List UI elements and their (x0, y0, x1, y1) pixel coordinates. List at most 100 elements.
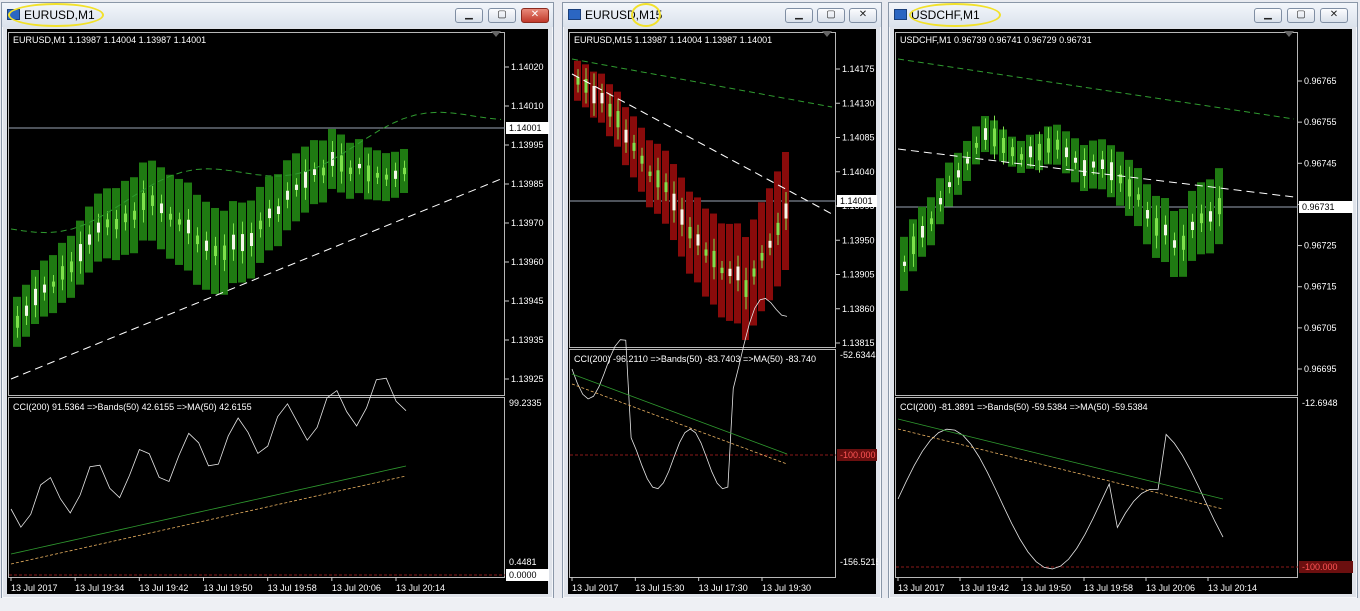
chart-info-text: USDCHF,M1 0.96739 0.96741 0.96729 0.9673… (900, 35, 1092, 45)
maximize-button[interactable]: ▢ (1287, 8, 1315, 23)
window-titlebar[interactable]: USDCHF,M1 ▁ ▢ ✕ (889, 3, 1357, 27)
candle-body (1020, 154, 1023, 160)
chart-window-eurusd-m15[interactable]: EURUSD,M15 ▁ ▢ ✕ EURUSD,M15 1.13987 1.14… (562, 2, 882, 599)
candle-body (79, 244, 82, 262)
minimize-button[interactable]: ▁ (1254, 8, 1282, 23)
price-tick-label: 1.13985 (511, 179, 544, 189)
window-titlebar[interactable]: EURUSD,M15 ▁ ▢ ✕ (563, 3, 881, 27)
candle-body (608, 103, 612, 117)
cci-level-label: 0.0000 (509, 570, 537, 580)
chart-window-usdchf-m1[interactable]: USDCHF,M1 ▁ ▢ ✕ USDCHF,M1 0.96739 0.9674… (888, 2, 1358, 599)
minimize-button[interactable]: ▁ (455, 8, 483, 23)
candle-body (1155, 218, 1158, 236)
candle-body (250, 233, 253, 247)
price-tick-label: 0.96715 (1304, 282, 1337, 292)
candle-body (752, 268, 756, 277)
candle-body (984, 128, 987, 140)
candle-body (43, 284, 46, 293)
candle-body (993, 128, 996, 147)
candle-body (70, 261, 73, 273)
moving-average-line (571, 73, 833, 215)
candle-body (313, 169, 316, 176)
chart-window-icon (894, 9, 907, 20)
cci-level-label: -100.000 (840, 450, 876, 460)
candle-body (1101, 159, 1104, 170)
minimize-button[interactable]: ▁ (785, 8, 813, 23)
window-titlebar[interactable]: EURUSD,M1 ▁ ▢ ✕ (2, 3, 553, 27)
candle-body (367, 165, 370, 182)
candle-body (1182, 235, 1185, 250)
current-price-label: 0.96731 (1302, 202, 1335, 212)
candle-body (1092, 161, 1095, 168)
chart-shift-marker (491, 31, 501, 37)
title-highlight-ellipse (631, 3, 661, 27)
candle-body (178, 219, 181, 225)
chart-canvas[interactable]: EURUSD,M15 1.13987 1.14004 1.13987 1.140… (568, 29, 878, 596)
candle-body (124, 213, 127, 223)
candle-body (358, 163, 361, 169)
candle-body (259, 220, 262, 230)
candle-body (768, 240, 772, 248)
time-tick-label: 13 Jul 19:58 (1084, 583, 1133, 593)
candle-body (632, 142, 636, 151)
candle-body (648, 171, 652, 176)
candle-body (1137, 194, 1140, 200)
price-tick-label: 0.96695 (1304, 364, 1337, 374)
time-tick-label: 13 Jul 19:42 (139, 583, 188, 593)
chart-area[interactable]: USDCHF,M1 0.96739 0.96741 0.96729 0.9673… (894, 29, 1354, 596)
price-tick-label: 1.13970 (511, 218, 544, 228)
candle-body (349, 167, 352, 174)
price-tick-label: 0.96765 (1304, 76, 1337, 86)
cci-pane-frame (895, 397, 1298, 578)
candle-body (1083, 160, 1086, 176)
candle-body (88, 234, 91, 245)
candle-body (1173, 240, 1176, 248)
maximize-button[interactable]: ▢ (488, 8, 516, 23)
chart-area[interactable]: EURUSD,M15 1.13987 1.14004 1.13987 1.140… (568, 29, 878, 596)
price-tick-label: 1.14020 (511, 62, 544, 72)
cci-tick-label: 99.2335 (509, 398, 542, 408)
candle-body (34, 288, 37, 306)
chart-window-eurusd-m1[interactable]: EURUSD,M1 ▁ ▢ ✕ EURUSD,M1 1.13987 1.1400… (1, 2, 554, 599)
price-tick-label: 0.96705 (1304, 323, 1337, 333)
cci-level-label: -100.000 (1302, 562, 1338, 572)
candle-body (728, 268, 732, 277)
candle-body (720, 267, 724, 274)
candle-body (106, 219, 109, 228)
current-price-label: 1.14001 (840, 196, 873, 206)
title-highlight-ellipse (8, 3, 104, 27)
close-button[interactable]: ✕ (849, 8, 877, 23)
cci-ma-line (897, 428, 1224, 510)
cci-band-line (10, 465, 407, 555)
close-button[interactable]: ✕ (1320, 8, 1348, 23)
time-tick-label: 13 Jul 15:30 (635, 583, 684, 593)
price-tick-label: 1.14040 (842, 167, 875, 177)
candle-body (286, 190, 289, 200)
bollinger-upper-line (897, 58, 1295, 120)
cci-ma-line (571, 383, 788, 465)
candle-body (1065, 147, 1068, 158)
candle-body (169, 213, 172, 220)
candle-body (1029, 146, 1032, 158)
time-tick-label: 13 Jul 19:42 (960, 583, 1009, 593)
candle-body (1002, 137, 1005, 153)
maximize-button[interactable]: ▢ (817, 8, 845, 23)
current-price-label: 1.14001 (509, 123, 542, 133)
candle-body (696, 234, 700, 246)
candle-body (1110, 162, 1113, 181)
candle-body (1146, 210, 1149, 219)
close-button[interactable]: ✕ (521, 8, 549, 23)
chart-area[interactable]: EURUSD,M1 1.13987 1.14004 1.13987 1.1400… (7, 29, 550, 596)
time-tick-label: 13 Jul 2017 (11, 583, 58, 593)
candle-body (1011, 147, 1014, 157)
price-tick-label: 1.13935 (511, 335, 544, 345)
cci-line (10, 377, 407, 528)
cci-info-text: CCI(200) -96.2110 =>Bands(50) -83.7403 =… (574, 354, 816, 364)
chart-canvas[interactable]: EURUSD,M1 1.13987 1.14004 1.13987 1.1400… (7, 29, 550, 596)
candle-body (16, 315, 19, 328)
chart-canvas[interactable]: USDCHF,M1 0.96739 0.96741 0.96729 0.9673… (894, 29, 1354, 596)
price-tick-label: 1.14010 (511, 101, 544, 111)
cci-info-text: CCI(200) -81.3891 =>Bands(50) -59.5384 =… (900, 402, 1148, 412)
candle-body (403, 167, 406, 175)
price-tick-label: 1.13815 (842, 338, 875, 348)
